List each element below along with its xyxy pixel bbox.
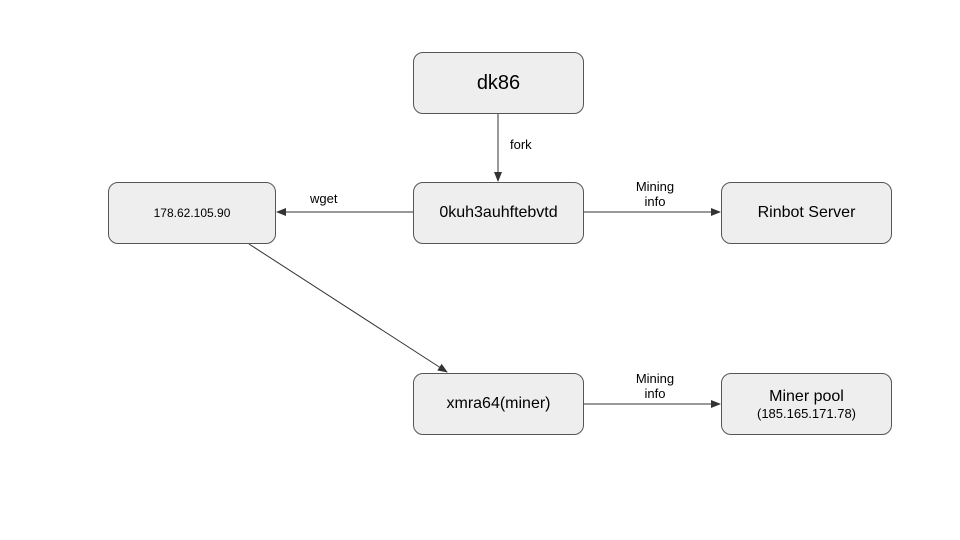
node-dk86-label: dk86: [477, 72, 520, 95]
node-pool-label-2: (185.165.171.78): [757, 406, 856, 421]
edge-label-fork: fork: [510, 138, 532, 153]
node-miner: xmra64(miner): [413, 373, 584, 435]
node-miner-label: xmra64(miner): [446, 395, 550, 413]
edge-label-mining-2-line2: info: [645, 386, 666, 401]
edge-label-mining-1-line1: Mining: [636, 179, 674, 194]
edge-label-mining-1-line2: info: [645, 194, 666, 209]
node-payload: 0kuh3auhftebvtd: [413, 182, 584, 244]
edge-label-wget: wget: [310, 192, 337, 207]
node-dk86: dk86: [413, 52, 584, 114]
edge-label-mining-1: Mining info: [625, 180, 685, 210]
node-ip-server: 178.62.105.90: [108, 182, 276, 244]
node-payload-label: 0kuh3auhftebvtd: [439, 204, 557, 222]
edge-label-mining-2-line1: Mining: [636, 371, 674, 386]
node-ip-server-label: 178.62.105.90: [154, 206, 231, 220]
node-pool-label-1: Miner pool: [769, 388, 844, 406]
edge-label-mining-2: Mining info: [625, 372, 685, 402]
node-rinbot: Rinbot Server: [721, 182, 892, 244]
node-rinbot-label: Rinbot Server: [758, 204, 856, 222]
node-pool: Miner pool (185.165.171.78): [721, 373, 892, 435]
